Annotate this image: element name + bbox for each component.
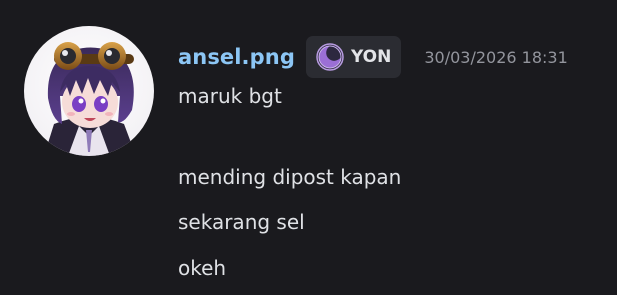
message-line: sekarang sel <box>178 210 305 234</box>
message-line: okeh <box>178 256 227 280</box>
message-header: ansel.png YON 30/03/2026 18:31 <box>178 36 568 78</box>
clan-tag-label: YON <box>350 47 392 67</box>
user-avatar[interactable] <box>24 26 154 156</box>
crescent-moon-icon <box>316 43 344 71</box>
message-line: maruk bgt <box>178 84 282 108</box>
chat-message: ansel.png YON 30/03/2026 18:31 maruk bgt… <box>0 0 617 295</box>
timestamp: 30/03/2026 18:31 <box>424 47 568 67</box>
username[interactable]: ansel.png <box>178 45 295 69</box>
clan-tag[interactable]: YON <box>305 36 402 78</box>
message-line: mending dipost kapan <box>178 165 402 189</box>
